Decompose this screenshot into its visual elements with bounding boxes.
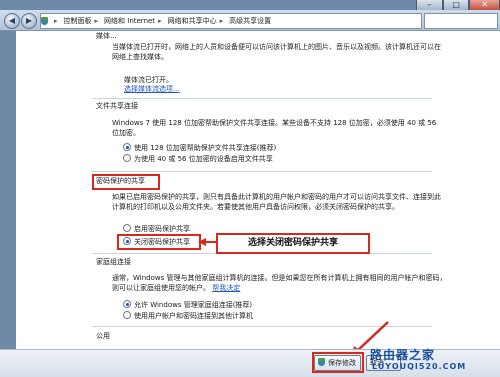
arrow-head-left [198, 238, 206, 246]
watermark-url: LUYOUQI520.COM [372, 362, 467, 371]
annotation-arrows [198, 238, 389, 356]
annotation-callout: 选择关闭密码保护共享 [216, 233, 370, 254]
watermark-title: 路由器之家 [370, 348, 436, 362]
save-highlight [312, 352, 364, 373]
